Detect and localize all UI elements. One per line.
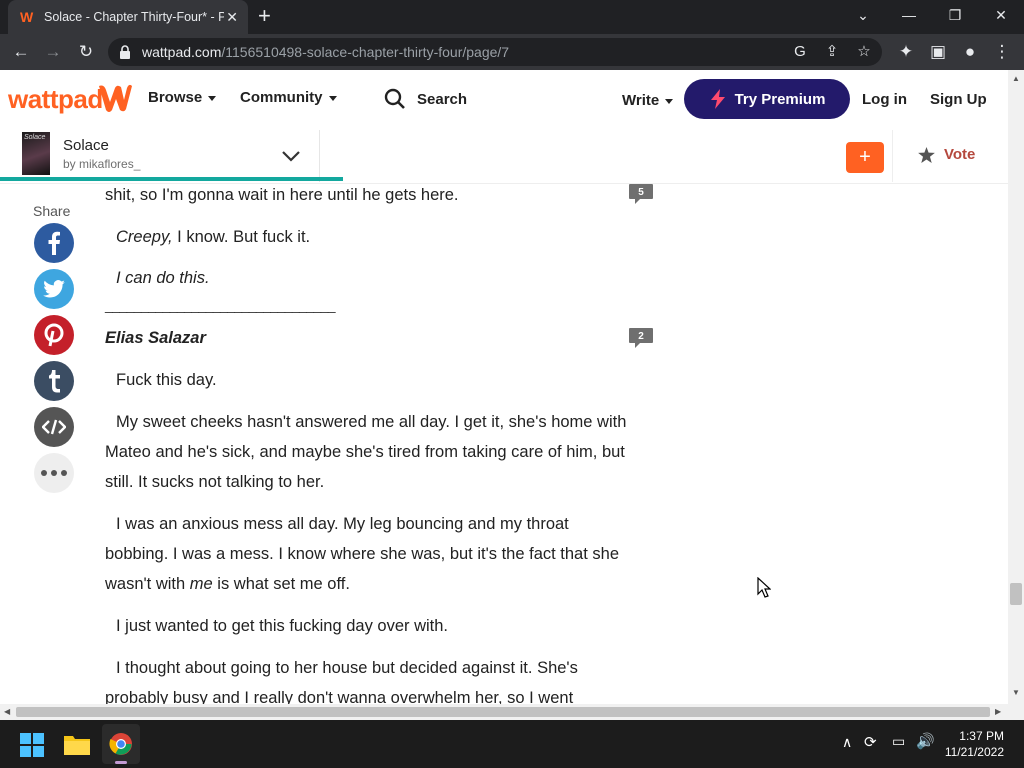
tab-title: Solace - Chapter Thirty-Four* - P [44, 10, 224, 24]
reload-icon[interactable]: ↻ [74, 40, 98, 64]
windows-taskbar: ∧ ⟳ ▭ 🔊 1:37 PM 11/21/2022 [0, 720, 1024, 768]
add-to-library-button[interactable]: + [846, 142, 884, 173]
facebook-share-icon[interactable] [34, 223, 74, 263]
browser-toolbar: ← → ↻ wattpad.com/1156510498-solace-chap… [0, 34, 1024, 70]
vertical-scroll-thumb[interactable] [1010, 583, 1022, 606]
network-icon[interactable]: ▭ [892, 733, 905, 750]
horizontal-scroll-thumb[interactable] [16, 707, 990, 717]
share-label: Share [33, 203, 71, 219]
wattpad-page: wattpad Browse Community Search Write Tr… [0, 70, 1024, 720]
story-author[interactable]: by mikaflores_ [63, 157, 140, 171]
twitter-share-icon[interactable] [34, 269, 74, 309]
side-panel-icon[interactable]: ▣ [926, 40, 950, 64]
scroll-right-icon[interactable]: ▶ [995, 707, 1001, 716]
clock-date: 11/21/2022 [944, 745, 1004, 759]
login-link[interactable]: Log in [862, 91, 907, 108]
chrome-menu-icon[interactable]: ⋮ [990, 40, 1014, 64]
star-icon [918, 146, 935, 163]
site-header: wattpad Browse Community Search Write Tr… [0, 70, 1008, 130]
minimize-icon[interactable]: — [886, 0, 932, 30]
restore-icon[interactable]: ❐ [932, 0, 978, 30]
google-lens-icon[interactable]: G [790, 42, 810, 62]
paragraph: Fuck this day. [116, 371, 217, 389]
scroll-down-icon[interactable]: ▼ [1012, 688, 1020, 697]
lightning-icon [710, 89, 725, 109]
search-icon[interactable] [384, 88, 406, 110]
vertical-scrollbar[interactable]: ▲ ▼ [1008, 70, 1024, 720]
embed-share-icon[interactable] [34, 407, 74, 447]
scroll-up-icon[interactable]: ▲ [1012, 74, 1020, 83]
wattpad-favicon-icon: W [20, 9, 34, 25]
paragraph: I just wanted to get this fucking day ov… [116, 617, 449, 635]
try-premium-button[interactable]: Try Premium [684, 79, 850, 119]
search-label[interactable]: Search [417, 91, 467, 108]
lock-icon [120, 45, 130, 59]
clock[interactable]: 1:37 PM 11/21/2022 [945, 728, 1004, 760]
vote-button[interactable]: Vote [918, 146, 975, 163]
scroll-left-icon[interactable]: ◀ [4, 707, 10, 716]
horizontal-scrollbar[interactable]: ◀ ▶ [0, 704, 1008, 720]
nav-browse[interactable]: Browse [148, 89, 217, 106]
svg-text:2: 2 [638, 331, 644, 342]
share-page-icon[interactable]: ⇪ [822, 42, 842, 62]
chrome-icon [109, 733, 132, 755]
story-info-bar: Solace Solace by mikaflores_ + Vote [0, 130, 1008, 184]
pinterest-share-icon[interactable] [34, 315, 74, 355]
signup-link[interactable]: Sign Up [930, 91, 987, 108]
window-close-icon[interactable]: ✕ [978, 0, 1024, 30]
more-share-options-icon[interactable] [34, 453, 74, 493]
sync-status-icon[interactable]: ⟳ [864, 733, 877, 751]
wattpad-w-logo-icon[interactable] [96, 82, 134, 114]
divider [892, 130, 893, 182]
new-tab-icon[interactable]: + [258, 5, 271, 27]
inline-comment-button[interactable]: 5 [628, 183, 654, 205]
browse-caret-icon [208, 95, 217, 101]
section-separator: ________________________________ [105, 297, 336, 313]
nav-write[interactable]: Write [622, 92, 674, 109]
bookmark-star-icon[interactable]: ☆ [854, 42, 874, 62]
browser-tabstrip: W Solace - Chapter Thirty-Four* - P ✕ + … [0, 0, 1024, 34]
tab-search-icon[interactable]: ⌄ [840, 0, 886, 30]
volume-icon[interactable]: 🔊 [916, 732, 935, 750]
paragraph: My sweet cheeks hasn't answered me all d… [105, 413, 627, 491]
story-title[interactable]: Solace [63, 137, 109, 154]
profile-icon[interactable]: ● [958, 40, 982, 64]
windows-start-icon[interactable] [20, 733, 44, 757]
address-bar[interactable]: wattpad.com/1156510498-solace-chapter-th… [108, 38, 882, 66]
chevron-down-icon[interactable] [280, 145, 302, 167]
write-caret-icon [665, 98, 674, 104]
divider [319, 130, 320, 182]
active-app-indicator [115, 761, 127, 764]
tumblr-share-icon[interactable] [34, 361, 74, 401]
paragraph: Creepy, I know. But fuck it. [116, 228, 311, 246]
pov-heading: Elias Salazar [105, 329, 206, 347]
back-icon[interactable]: ← [9, 40, 33, 64]
url-text: wattpad.com/1156510498-solace-chapter-th… [142, 44, 510, 60]
nav-community[interactable]: Community [240, 89, 337, 106]
paragraph: I was an anxious mess all day. My leg bo… [105, 515, 619, 593]
inline-comment-button[interactable]: 2 [628, 327, 654, 349]
paragraph: shit, so I'm gonna wait in here until he… [105, 186, 459, 204]
forward-icon[interactable]: → [41, 40, 65, 64]
file-explorer-icon[interactable] [64, 733, 90, 755]
svg-text:5: 5 [638, 187, 644, 198]
chrome-taskbar-button[interactable] [102, 724, 140, 764]
clock-time: 1:37 PM [959, 729, 1004, 743]
extensions-icon[interactable]: ✦ [894, 40, 918, 64]
tray-overflow-icon[interactable]: ∧ [842, 734, 852, 751]
community-caret-icon [328, 95, 337, 101]
wattpad-logo[interactable]: wattpad [8, 84, 103, 115]
mouse-cursor-icon [757, 577, 771, 598]
browser-tab-active[interactable]: W Solace - Chapter Thirty-Four* - P ✕ [8, 0, 248, 34]
paragraph: I can do this. [116, 269, 210, 287]
tab-close-icon[interactable]: ✕ [226, 9, 238, 25]
story-cover-image[interactable]: Solace [22, 132, 50, 175]
